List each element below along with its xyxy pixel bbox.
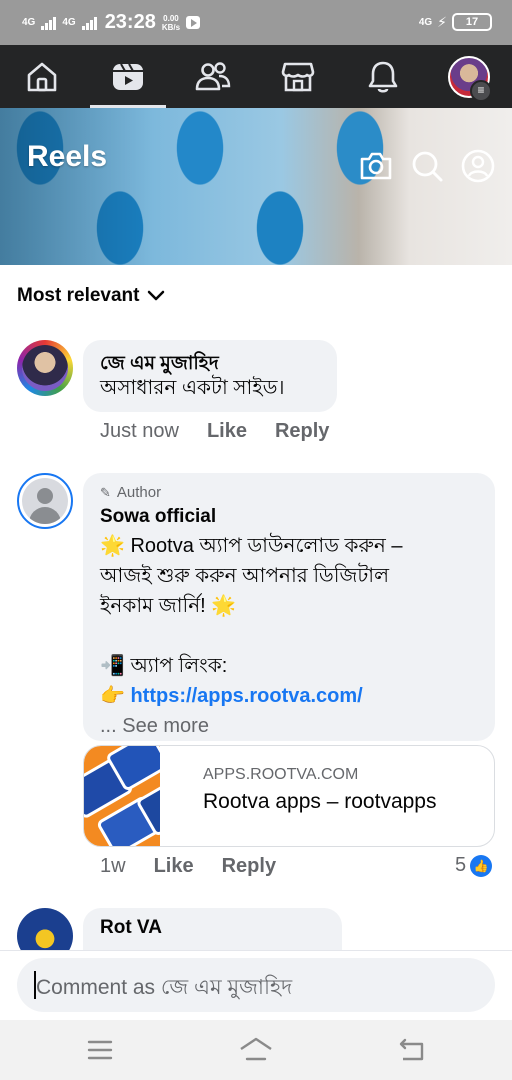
- status-bar: 4G 4G 23:28 0.00 KB/s 4G ⚡ 17: [0, 0, 512, 45]
- search-icon[interactable]: [409, 148, 445, 184]
- reels-banner: Reels: [0, 108, 512, 265]
- comment-time: 1w: [100, 855, 126, 877]
- clock: 23:28: [104, 11, 156, 33]
- reaction-count: 5: [455, 854, 467, 876]
- comment-link[interactable]: https://apps.rootva.com/: [130, 685, 362, 707]
- pencil-icon: ✎: [100, 484, 111, 500]
- network-type-right: 4G: [418, 16, 433, 28]
- friends-icon: [195, 61, 231, 90]
- menu-icon[interactable]: ≡: [470, 80, 492, 102]
- comment-body: 🌟 Rootva অ্যাপ ডাউনলোড করুন – আজই শুরু ক…: [100, 531, 485, 741]
- battery-icon: 17: [452, 13, 492, 31]
- status-right: 4G ⚡ 17: [419, 13, 492, 31]
- sort-label: Most relevant: [17, 285, 140, 306]
- video-tab[interactable]: [98, 45, 158, 108]
- link-preview-title: Rootva apps – rootvapps: [203, 790, 437, 813]
- author-badge-label: Author: [116, 484, 162, 501]
- home-button-icon[interactable]: [238, 1036, 274, 1064]
- comment-text: অসাধারন একটা সাইড।: [100, 377, 285, 399]
- author-badge: ✎ Author: [100, 484, 161, 501]
- speed-value: 0.00: [163, 13, 179, 23]
- reply-button[interactable]: Reply: [275, 420, 329, 443]
- friends-tab[interactable]: [183, 45, 243, 108]
- pointing-hand-icon: 👉: [100, 685, 125, 707]
- youtube-icon: [186, 16, 201, 29]
- author-comment-actions: 1w Like Reply: [100, 855, 276, 878]
- comment-author[interactable]: Rot VA: [100, 917, 162, 939]
- status-left: 4G 4G 23:28 0.00 KB/s: [22, 11, 201, 34]
- bell-icon: [368, 61, 398, 93]
- back-icon[interactable]: [397, 1036, 427, 1064]
- like-button[interactable]: Like: [154, 855, 194, 878]
- profile-icon[interactable]: [460, 148, 496, 184]
- home-icon: [27, 62, 57, 91]
- recent-apps-icon[interactable]: [86, 1038, 114, 1062]
- comment-input-placeholder: Comment as জে এম মুজাহিদ: [36, 976, 293, 999]
- home-tab[interactable]: [12, 45, 72, 108]
- default-avatar-icon: [22, 478, 68, 524]
- marketplace-icon: [281, 62, 315, 91]
- like-button[interactable]: Like: [207, 420, 247, 443]
- comment-line: আজই শুরু করুন আপনার ডিজিটাল: [100, 565, 389, 587]
- author-avatar[interactable]: [17, 473, 73, 529]
- reply-button[interactable]: Reply: [222, 855, 276, 878]
- comment-actions: Just now Like Reply: [100, 420, 329, 443]
- top-navigation: ≡: [0, 45, 512, 108]
- see-more-button[interactable]: ... See more: [100, 711, 485, 741]
- sort-dropdown[interactable]: Most relevant: [17, 285, 165, 307]
- author-comment-bubble[interactable]: ✎ Author Sowa official 🌟 Rootva অ্যাপ ডা…: [83, 473, 495, 741]
- comment-line: ইনকাম জার্নি! 🌟: [100, 595, 237, 617]
- video-icon: [113, 63, 143, 90]
- comment-bubble[interactable]: জে এম মুজাহিদ অসাধারন একটা সাইড।: [83, 340, 337, 412]
- notifications-tab[interactable]: [353, 45, 413, 108]
- net-speed: 0.00 KB/s: [162, 14, 180, 32]
- system-navigation-bar: [0, 1020, 512, 1080]
- link-preview-thumbnail: [84, 746, 187, 846]
- thumbs-up-icon: 👍: [470, 854, 493, 877]
- battery-level: 17: [465, 16, 479, 28]
- network-type: 4G: [22, 16, 36, 28]
- marketplace-tab[interactable]: [268, 45, 328, 108]
- comment-line: 🌟 Rootva অ্যাপ ডাউনলোড করুন –: [100, 535, 403, 557]
- link-preview-domain: APPS.ROOTVA.COM: [203, 766, 359, 783]
- network-type-2: 4G: [62, 16, 76, 28]
- comment-line: 📲 অ্যাপ লিংক:: [100, 655, 228, 677]
- reels-title: Reels: [27, 140, 108, 173]
- chevron-down-icon: [148, 290, 165, 301]
- signal-icon-2: [81, 16, 97, 30]
- signal-icon: [41, 16, 57, 30]
- link-preview-card[interactable]: APPS.ROOTVA.COM Rootva apps – rootvapps: [83, 745, 495, 847]
- comment-time: Just now: [100, 420, 179, 442]
- camera-icon[interactable]: [358, 148, 394, 184]
- commenter-avatar[interactable]: [17, 340, 73, 396]
- reaction-summary[interactable]: 5 👍: [455, 854, 493, 877]
- avatar-photo: [22, 345, 68, 391]
- speed-unit: KB/s: [161, 22, 181, 32]
- comment-author[interactable]: Sowa official: [100, 506, 216, 528]
- charging-icon: ⚡: [437, 13, 447, 30]
- comment-link-line: 👉 https://apps.rootva.com/: [100, 681, 485, 711]
